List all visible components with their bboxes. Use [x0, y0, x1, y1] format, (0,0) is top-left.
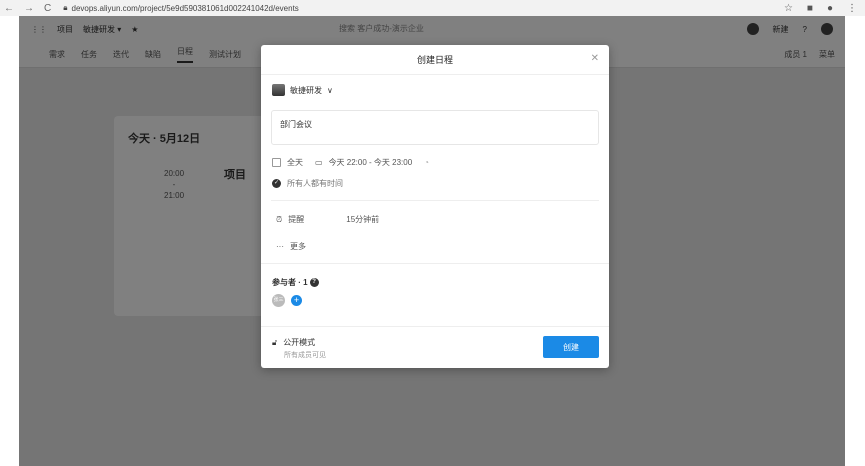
- tab-bugs[interactable]: 缺陷: [145, 49, 161, 60]
- address-bar[interactable]: 🔒︎ devops.aliyun.com/project/5e9d59038106…: [63, 3, 299, 13]
- chevron-down-icon: ∨: [327, 85, 333, 95]
- help-icon[interactable]: ?: [803, 25, 807, 34]
- tab-schedule[interactable]: 日程: [177, 46, 193, 63]
- add-participant-button[interactable]: +: [291, 295, 302, 306]
- back-icon[interactable]: ←: [4, 3, 14, 14]
- avatar[interactable]: [746, 23, 759, 35]
- more-button[interactable]: 更多: [290, 241, 306, 252]
- members-button[interactable]: 成员 1: [784, 49, 807, 60]
- help-icon[interactable]: ?: [309, 278, 319, 287]
- event-time: 20:00-21:00: [164, 169, 185, 200]
- extension-icon[interactable]: ■: [807, 3, 813, 14]
- calendar-icon: ▭: [315, 158, 323, 167]
- breadcrumb-current[interactable]: 敏捷研发 ▾: [83, 24, 121, 35]
- project-selector[interactable]: 敏捷研发 ∨: [272, 84, 333, 96]
- create-event-dialog: 创建日程 ✕ 敏捷研发 ∨ 部门会议 全天 ▭ 今天 22:00 - 今天 23:00 ◔…: [261, 45, 609, 368]
- tab-test-plan[interactable]: 测试计划: [209, 49, 241, 60]
- check-circle-icon: ✓: [272, 179, 281, 188]
- apps-icon[interactable]: ⋮⋮: [31, 25, 47, 34]
- more-icon: ···: [276, 242, 284, 251]
- today-heading: 今天 · 5月12日: [128, 133, 201, 145]
- time-range[interactable]: 今天 22:00 - 今天 23:00: [329, 157, 413, 168]
- lock-icon: 🔒︎: [63, 3, 68, 12]
- timezone-icon[interactable]: ◔: [424, 158, 429, 167]
- new-button[interactable]: 新建: [773, 24, 789, 35]
- create-button[interactable]: 创建: [543, 336, 599, 358]
- tab-requirements[interactable]: 需求: [49, 49, 65, 60]
- all-day-checkbox[interactable]: [272, 158, 281, 167]
- menu-icon[interactable]: ⋮: [847, 3, 857, 14]
- browser-bar: ← → C 🔒︎ devops.aliyun.com/project/5e9d5903…: [0, 0, 865, 16]
- reminder-value[interactable]: 15分钟前: [346, 214, 379, 225]
- search-input[interactable]: 搜索 客户成功-演示企业: [339, 23, 424, 34]
- event-title[interactable]: 项目: [224, 166, 246, 182]
- user-avatar[interactable]: [821, 23, 833, 35]
- menu-button[interactable]: 菜单: [819, 49, 835, 60]
- profile-icon[interactable]: ●: [827, 3, 833, 14]
- reload-icon[interactable]: C: [44, 3, 51, 14]
- lock-icon: 🔓︎: [272, 337, 278, 347]
- project-image: [272, 84, 285, 96]
- star-icon[interactable]: ★: [131, 25, 138, 34]
- tab-iterations[interactable]: 迭代: [113, 49, 129, 60]
- tab-tasks[interactable]: 任务: [81, 49, 97, 60]
- breadcrumb-project[interactable]: 项目: [57, 24, 73, 35]
- star-icon[interactable]: ☆: [784, 3, 793, 14]
- forward-icon[interactable]: →: [24, 3, 34, 14]
- event-name-input[interactable]: 部门会议: [271, 110, 599, 145]
- participant-avatar[interactable]: 张三: [272, 294, 285, 307]
- visibility-mode[interactable]: 公开模式: [283, 337, 315, 348]
- alarm-icon: ⏰︎: [276, 214, 283, 224]
- close-icon[interactable]: ✕: [591, 53, 599, 64]
- dialog-title: 创建日程: [416, 55, 453, 65]
